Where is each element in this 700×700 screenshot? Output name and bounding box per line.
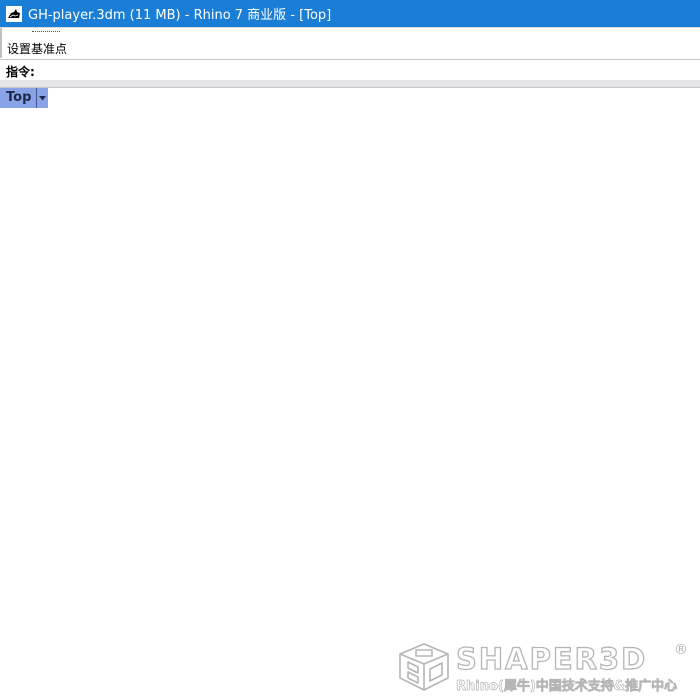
command-prompt-label: 指令: — [6, 64, 35, 79]
command-input[interactable] — [38, 61, 700, 81]
toolbar-separator — [0, 80, 700, 88]
shaper3d-watermark: SHAPER3D ® Rhino(犀牛)中国技术支持&推广中心 — [398, 640, 698, 696]
command-area: 设置基准点 指令: — [0, 27, 700, 83]
isometric-cube-icon — [398, 642, 450, 692]
rhino-window: GH-player.3dm (11 MB) - Rhino 7 商业版 - [T… — [0, 0, 700, 700]
title-bar[interactable]: GH-player.3dm (11 MB) - Rhino 7 商业版 - [T… — [0, 0, 700, 27]
clipped-history-line — [32, 28, 60, 32]
rhino-app-icon[interactable] — [6, 5, 22, 22]
watermark-brand: SHAPER3D — [455, 641, 648, 676]
registered-mark: ® — [674, 642, 688, 658]
viewport-title-tab[interactable]: Top — [0, 88, 49, 108]
command-history[interactable]: 设置基准点 — [0, 28, 700, 58]
window-title: GH-player.3dm (11 MB) - Rhino 7 商业版 - [T… — [28, 8, 332, 23]
command-prompt-row: 指令: — [0, 59, 700, 82]
history-line: 设置基准点 — [7, 42, 68, 56]
watermark-subtitle: Rhino(犀牛)中国技术支持&推广中心 — [456, 679, 678, 695]
top-viewport[interactable]: Top — [0, 88, 700, 700]
triangle-down-icon[interactable] — [36, 88, 48, 108]
viewport-title-label[interactable]: Top — [0, 88, 36, 108]
